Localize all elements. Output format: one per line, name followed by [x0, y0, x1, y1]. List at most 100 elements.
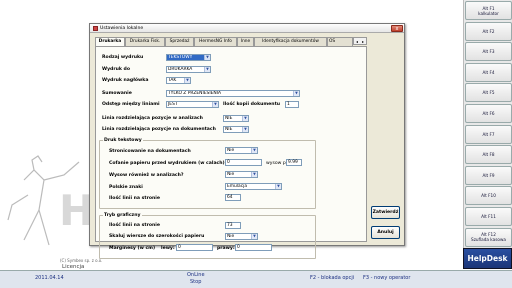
fkey-alt-f7[interactable]: Alt F7	[465, 124, 512, 144]
select-linia-dokumentach[interactable]: NIE ▼	[223, 126, 249, 133]
select-wydruk-naglowka[interactable]: TAK ▼	[166, 77, 191, 84]
fkey-alt-f10[interactable]: Alt F10	[465, 186, 512, 206]
dialog-title: Ustawienia lokalne	[100, 25, 144, 31]
fkey-alt-f3[interactable]: Alt F3	[465, 42, 512, 62]
tab-drukarka[interactable]: Drukarka	[95, 37, 125, 46]
select-rodzaj-wydruku[interactable]: TEKSTOWY ▼	[166, 54, 211, 61]
tab-hermesng-info[interactable]: HermesNG Info	[194, 37, 237, 46]
fkey-label: Alt F3	[482, 49, 495, 55]
fkey-label: Alt F5	[482, 90, 495, 96]
label-wydruk-do: Wydruk do	[102, 67, 130, 72]
tab-sprzedaz[interactable]: Sprzedaż	[165, 37, 194, 46]
chevron-down-icon: ▼	[242, 116, 248, 121]
close-button[interactable]: x	[391, 24, 403, 32]
fkey-alt-f12[interactable]: Alt F12 Szuflada kasowa	[465, 227, 512, 247]
fkey-sublabel: Szuflada kasowa	[471, 237, 506, 243]
select-odstep[interactable]: JEST ▼	[166, 101, 219, 108]
fkey-label: Alt F2	[482, 28, 495, 34]
chevron-down-icon: ▼	[204, 67, 210, 72]
fkey-label: Alt F7	[482, 131, 495, 137]
cancel-button[interactable]: Anuluj	[371, 226, 400, 239]
chevron-down-icon: ▼	[212, 102, 218, 107]
group-title-tryb-graficzny: Tryb graficzny	[103, 213, 142, 218]
fkey-alt-f1[interactable]: Alt F1 kalkulator	[465, 1, 512, 20]
fkey-label: Alt F8	[482, 152, 495, 158]
input-cofanie[interactable]: 0	[225, 159, 262, 166]
function-keys-panel: Alt F1 kalkulator Alt F2 Alt F3 Alt F4 Alt F5…	[463, 0, 512, 248]
fkey-label: Alt F6	[482, 111, 495, 116]
select-polskie-znaki[interactable]: Emulacja ▼	[225, 183, 282, 190]
label-ilosc-kopii: Ilość kopii dokumentu	[223, 102, 281, 107]
dialog-titlebar[interactable]: Ustawienia lokalne x	[90, 24, 404, 33]
label-lewy: lewy:	[161, 246, 175, 251]
fkey-alt-f4[interactable]: Alt F4	[465, 62, 512, 82]
select-wysow-rowniez[interactable]: Nie ▼	[225, 171, 258, 178]
fkey-alt-f11[interactable]: Alt F11	[465, 207, 512, 226]
fkey-label: Alt F4	[482, 69, 495, 75]
input-margines-lewy[interactable]: 0	[176, 244, 213, 251]
input-wysow-po[interactable]: 9.99	[286, 159, 302, 166]
input-ilosc-linii-tekst[interactable]: 64	[225, 194, 241, 201]
group-tryb-graficzny: Tryb graficzny Ilość linii na stronie 73…	[99, 213, 316, 259]
label-prawy: prawy:	[217, 246, 235, 251]
label-wysow-rowniez: Wysow również w analizach?	[109, 173, 184, 178]
fkey-alt-f9[interactable]: Alt F9	[465, 165, 512, 185]
settings-dialog: Ustawienia lokalne x Drukarka Drukarka F…	[89, 23, 405, 259]
online-status-line1: OnLine	[187, 272, 205, 278]
tab-strip: Drukarka Drukarka Fisk. Sprzedaż HermesN…	[95, 37, 353, 46]
label-odstep: Odstęp między liniami	[102, 102, 160, 107]
fkey-label: Alt F11	[481, 214, 496, 219]
tab-scroll-buttons[interactable]: ◂ ▸	[353, 37, 367, 45]
chevron-down-icon: ▼	[242, 127, 248, 132]
select-linia-analizach[interactable]: NIE ▼	[223, 115, 249, 122]
select-stronicowanie[interactable]: Nie ▼	[225, 147, 258, 154]
app-icon	[93, 25, 98, 31]
f3-hint: F3 - nowy operator	[363, 275, 411, 281]
input-margines-prawy[interactable]: 0	[235, 244, 272, 251]
chevron-down-icon: ▼	[251, 234, 257, 239]
logo-figure-icon: H	[7, 155, 94, 246]
chevron-right-icon[interactable]: ▸	[360, 38, 366, 44]
chevron-down-icon: ▼	[251, 172, 257, 177]
online-status-line2: Stop	[190, 279, 202, 285]
label-linia-analizach: Linia rozdzielająca pozycje w analizach	[102, 116, 203, 121]
label-rodzaj-wydruku: Rodzaj wydruku	[102, 55, 144, 60]
tab-panel-drukarka: Rodzaj wydruku TEKSTOWY ▼ Wydruk do DRUKA…	[95, 46, 367, 259]
fkey-alt-f6[interactable]: Alt F6	[465, 104, 512, 123]
chevron-down-icon: ▼	[184, 78, 190, 83]
group-title-druk-tekstowy: Druk tekstowy	[103, 138, 143, 143]
label-wydruk-naglowka: Wydruk nagłówka	[102, 78, 149, 83]
label-ilosc-linii-graf: Ilość linii na stronie	[109, 223, 160, 228]
label-cofanie: Cofanie papieru przed wydrukiem (w calac…	[109, 161, 225, 166]
fkey-alt-f2[interactable]: Alt F2	[465, 21, 512, 41]
chevron-down-icon: ▼	[251, 148, 257, 153]
label-linia-dokumentach: Linia rozdzielająca pozycje na dokumenta…	[102, 127, 216, 132]
fkey-label: Alt F10	[481, 193, 496, 199]
label-sumowanie: Sumowanie	[102, 91, 132, 96]
ok-button[interactable]: Zatwierdź	[371, 206, 400, 219]
label-polskie-znaki: Polskie znaki	[109, 185, 143, 190]
tab-drukarka-fisk[interactable]: Drukarka Fisk.	[125, 37, 165, 46]
label-ilosc-linii-tekst: Ilość linii na stronie	[109, 196, 160, 201]
select-skaluj[interactable]: Nie ▼	[225, 233, 258, 240]
tab-os[interactable]: OS	[327, 37, 353, 46]
fkey-alt-f8[interactable]: Alt F8	[465, 145, 512, 165]
chevron-down-icon: ▼	[293, 91, 299, 96]
tab-inne[interactable]: Inne	[237, 37, 254, 46]
select-sumowanie[interactable]: TYLKO Z PRZENIESIENIA ▼	[166, 90, 300, 97]
select-wydruk-do[interactable]: DRUKARKA ▼	[166, 66, 211, 73]
copyright-text: (C) Symbex sp. z o.o.	[60, 258, 103, 263]
input-ilosc-linii-graf[interactable]: 73	[225, 222, 241, 229]
tab-identyfikacja[interactable]: Identyfikacja dokumentów	[254, 37, 327, 46]
fkey-label: Alt F9	[482, 172, 495, 178]
fkey-sublabel: kalkulator	[478, 10, 499, 16]
label-marginesy: Marginesy (w cm)	[109, 246, 156, 251]
label-skaluj: Skaluj wiersze do szerokości papieru	[109, 234, 205, 239]
fkey-alt-f5[interactable]: Alt F5	[465, 83, 512, 103]
label-stronicowanie: Stronicowanie na dokumentach	[109, 149, 191, 154]
helpdesk-button[interactable]: HelpDesk	[463, 248, 512, 269]
status-bar: 2011.04.14 OnLine Stop F2 - blokada opcj…	[0, 270, 512, 288]
input-ilosc-kopii[interactable]: 1	[285, 101, 299, 108]
f2-hint: F2 - blokada opcji	[310, 275, 355, 281]
group-druk-tekstowy: Druk tekstowy Stronicowanie na dokumenta…	[99, 138, 316, 209]
